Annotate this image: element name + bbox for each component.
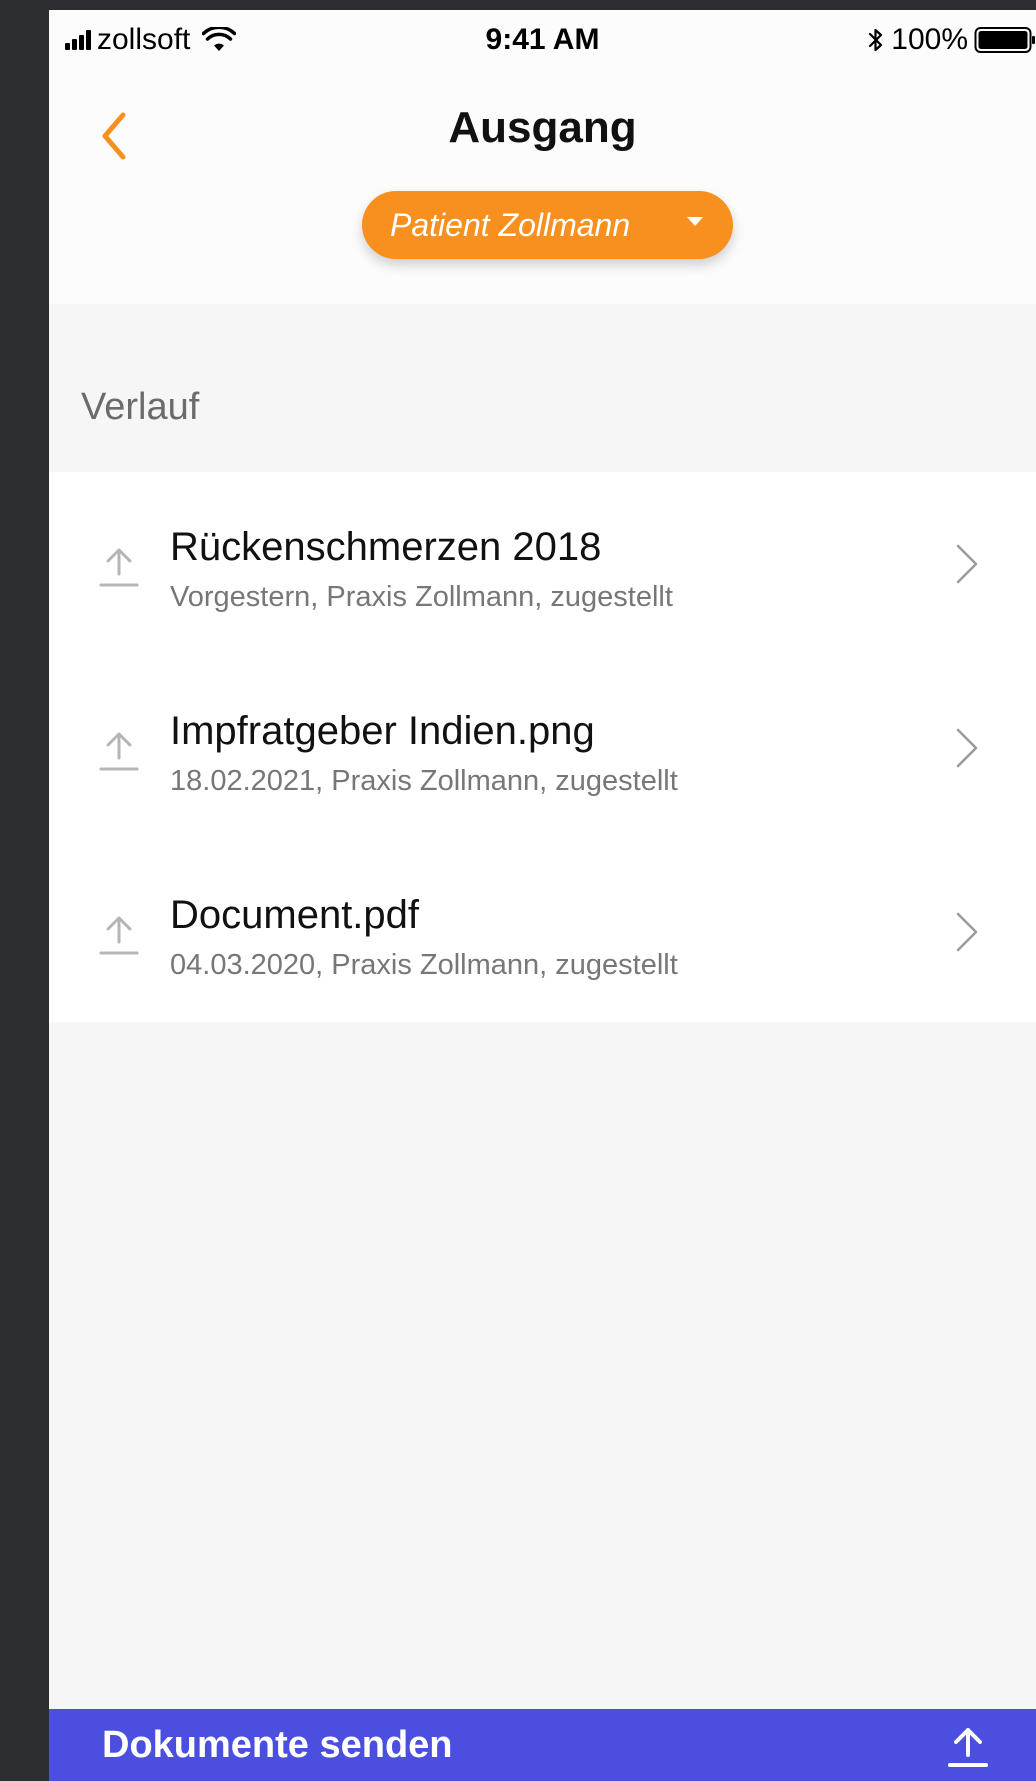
patient-select-value: Patient Zollmann — [390, 207, 631, 243]
chevron-right-icon — [956, 544, 978, 584]
upload-icon — [99, 548, 139, 587]
upload-icon — [99, 732, 139, 771]
upload-icon — [99, 916, 139, 955]
bluetooth-icon — [869, 28, 883, 52]
document-subtitle: 04.03.2020, Praxis Zollmann, zugestellt — [170, 949, 678, 981]
document-subtitle: 18.02.2021, Praxis Zollmann, zugestellt — [170, 765, 678, 797]
patient-select[interactable]: Patient Zollmann — [362, 191, 733, 259]
status-right: 100% — [867, 20, 1036, 60]
page-title: Ausgang — [448, 103, 637, 152]
document-title: Rückenschmerzen 2018 — [170, 525, 602, 569]
document-subtitle: Vorgestern, Praxis Zollmann, zugestellt — [170, 581, 673, 613]
status-bar: zollsoft 9:41 AM 100% — [49, 10, 1036, 68]
list-item[interactable]: Impfratgeber Indien.png 18.02.2021, Prax… — [49, 656, 1036, 840]
chevron-right-icon — [956, 912, 978, 952]
chevron-right-icon — [956, 728, 978, 768]
device-bezel-top — [0, 0, 1036, 10]
document-list: Rückenschmerzen 2018 Vorgestern, Praxis … — [49, 472, 1036, 1022]
list-item[interactable]: Rückenschmerzen 2018 Vorgestern, Praxis … — [49, 472, 1036, 656]
navigation-header: Ausgang Patient Zollmann — [49, 68, 1036, 304]
battery-icon — [974, 27, 1035, 53]
document-title: Impfratgeber Indien.png — [170, 709, 595, 753]
app-screen: zollsoft 9:41 AM 100% Ausgang Patient Zo… — [49, 10, 1036, 1781]
send-documents-label: Dokumente senden — [102, 1724, 453, 1766]
list-item[interactable]: Document.pdf 04.03.2020, Praxis Zollmann… — [49, 840, 1036, 1024]
device-bezel — [0, 0, 49, 1781]
document-title: Document.pdf — [170, 893, 420, 937]
send-documents-button[interactable]: Dokumente senden — [49, 1709, 1036, 1781]
battery-percentage: 100% — [891, 23, 968, 56]
upload-icon — [948, 1728, 988, 1767]
section-title: Verlauf — [81, 386, 200, 428]
caret-down-icon — [687, 217, 703, 226]
